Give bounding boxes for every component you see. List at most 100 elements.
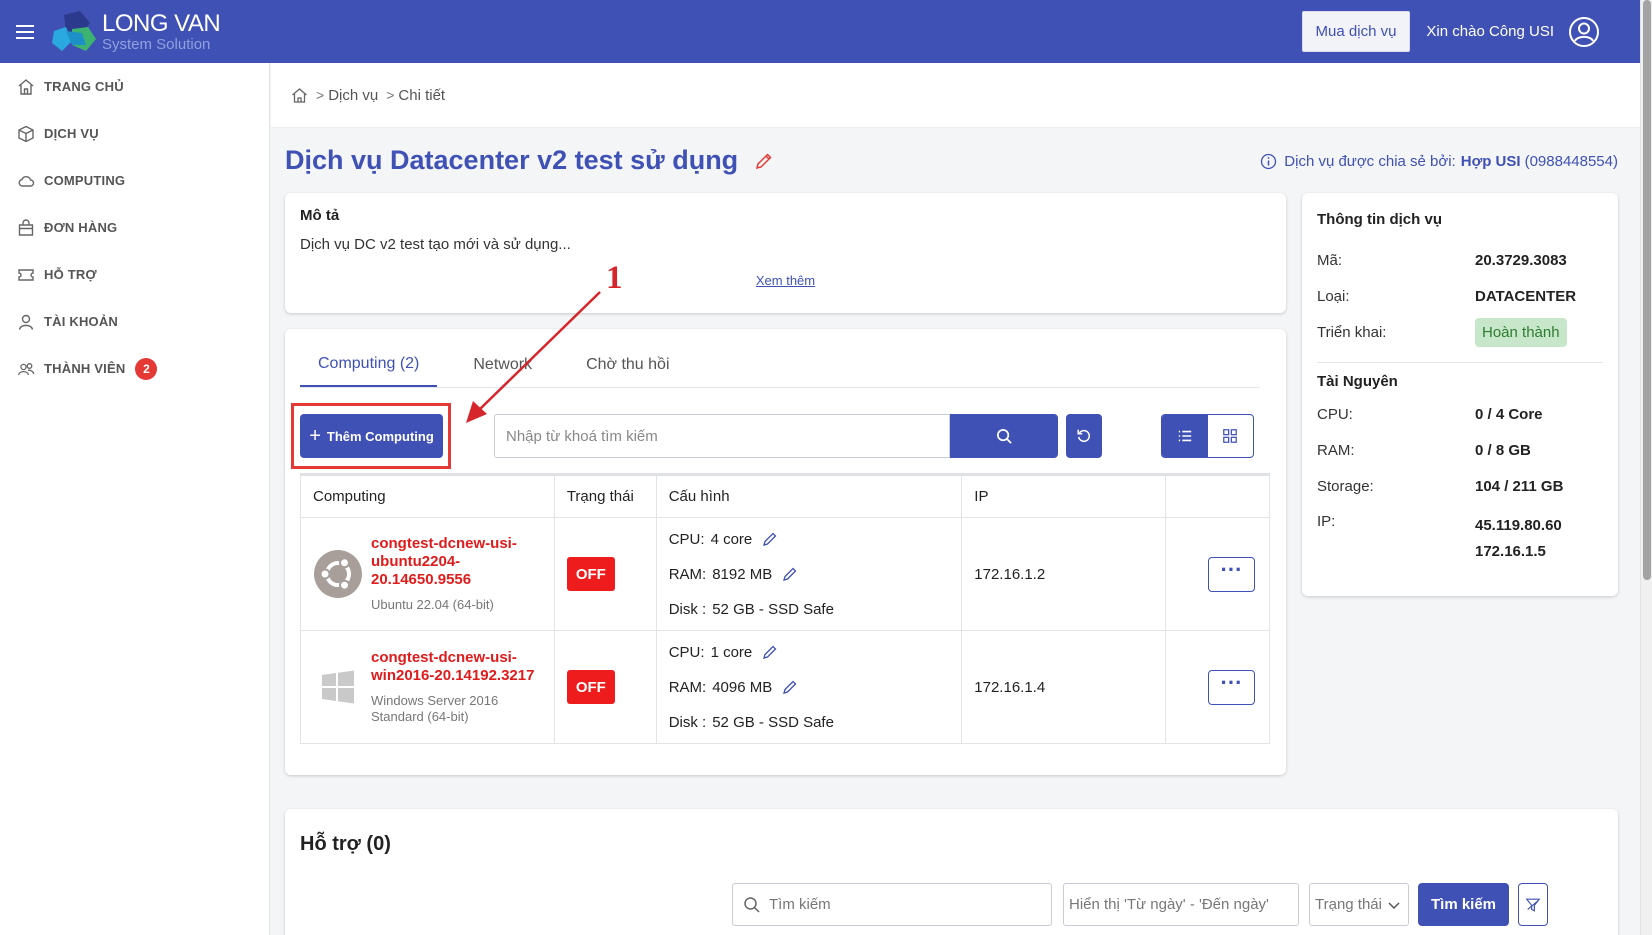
page-title-text: Dịch vụ Datacenter v2 test sử dụng — [285, 145, 739, 175]
add-computing-button[interactable]: + Thêm Computing — [300, 414, 443, 458]
disk-value: 52 GB - SSD Safe — [712, 713, 834, 731]
sidebar-item-label: ĐƠN HÀNG — [44, 220, 118, 235]
computing-search-input[interactable]: Nhập từ khoá tìm kiếm — [494, 414, 950, 458]
page-scrollbar[interactable] — [1640, 0, 1652, 935]
chevron-down-icon — [1388, 901, 1400, 909]
resource-ip-label: IP: — [1317, 513, 1336, 530]
sidebar-item-computing[interactable]: COMPUTING — [0, 157, 269, 204]
box-icon — [18, 125, 34, 142]
deploy-label: Triển khai: — [1317, 323, 1387, 341]
tab-pending-revoke[interactable]: Chờ thu hồi — [568, 343, 687, 387]
sidebar-item-services[interactable]: DỊCH VỤ — [0, 110, 269, 157]
computing-table: Computing Trạng thái Cấu hình IP congtes… — [300, 473, 1270, 744]
ram-label: RAM: — [668, 565, 707, 583]
tab-computing[interactable]: Computing (2) — [300, 343, 438, 387]
description-heading: Mô tả — [300, 207, 340, 224]
code-label: Mã: — [1317, 251, 1343, 269]
status-select[interactable]: Trạng thái — [1309, 883, 1409, 926]
sidebar-item-label: TÀI KHOẢN — [44, 314, 119, 329]
cpu-label: CPU: — [668, 530, 705, 548]
edit-cpu-pencil-icon[interactable] — [762, 644, 778, 660]
computing-name-link[interactable]: congtest-dcnew-usi-win2016-20.14192.3217 — [371, 649, 554, 685]
cpu-label: CPU: — [668, 643, 705, 661]
user-icon — [18, 314, 34, 330]
sidebar: TRANG CHỦ DỊCH VỤ COMPUTING ĐƠN HÀNG HỖ … — [0, 63, 270, 935]
ip-cell: 172.16.1.2 — [961, 517, 1166, 631]
support-search-input[interactable]: Tìm kiếm — [732, 883, 1052, 926]
computing-os-name: Ubuntu 22.04 (64-bit) — [371, 597, 494, 612]
sidebar-item-label: DỊCH VỤ — [44, 126, 99, 141]
edit-pencil-icon[interactable] — [754, 151, 774, 171]
logo-icon — [52, 10, 96, 51]
sidebar-item-home[interactable]: TRANG CHỦ — [0, 63, 269, 110]
logo[interactable]: LONG VAN System Solution — [50, 0, 250, 63]
disk-value: 52 GB - SSD Safe — [712, 600, 834, 618]
support-heading: Hỗ trợ (0) — [300, 833, 391, 855]
computing-os-name: Windows Server 2016 Standard (64-bit) — [371, 693, 499, 724]
see-more-link[interactable]: Xem thêm — [285, 273, 1286, 288]
column-header-ip: IP — [961, 474, 1166, 518]
resource-storage-label: Storage: — [1317, 477, 1374, 495]
sidebar-item-support[interactable]: HỖ TRỢ — [0, 251, 269, 298]
user-account-icon[interactable] — [1568, 16, 1600, 48]
ip-cell: 172.16.1.4 — [961, 630, 1166, 744]
row-actions-button[interactable]: ··· — [1208, 669, 1255, 705]
computing-search-button[interactable] — [950, 414, 1058, 458]
list-icon — [1178, 430, 1191, 442]
sidebar-item-orders[interactable]: ĐƠN HÀNG — [0, 204, 269, 251]
status-badge: OFF — [566, 670, 615, 704]
breadcrumb-item-services[interactable]: Dịch vụ — [328, 87, 378, 104]
ram-value: 4096 MB — [712, 678, 773, 696]
shared-by-phone: (0988448554) — [1524, 153, 1618, 170]
support-search-button[interactable]: Tìm kiếm — [1418, 883, 1509, 926]
computing-card: Computing (2) Network Chờ thu hồi + Thêm… — [285, 329, 1286, 775]
view-mode-toggle — [1161, 414, 1254, 458]
support-card: Hỗ trợ (0) Tìm kiếm Hiển thị 'Từ ngày' -… — [285, 809, 1618, 935]
plus-icon: + — [309, 425, 321, 447]
description-text: Dịch vụ DC v2 test tạo mới và sử dụng... — [300, 236, 571, 253]
top-bar: LONG VAN System Solution Mua dịch vụ Xin… — [0, 0, 1640, 63]
row-actions-button[interactable]: ··· — [1208, 556, 1255, 592]
divider — [1317, 362, 1603, 363]
edit-ram-pencil-icon[interactable] — [782, 566, 798, 582]
menu-icon — [16, 24, 34, 39]
date-range-input[interactable]: Hiển thị 'Từ ngày' - 'Đến ngày' — [1063, 883, 1299, 926]
bag-icon — [18, 218, 34, 236]
column-header-status: Trạng thái — [553, 474, 657, 518]
add-computing-label: Thêm Computing — [326, 428, 434, 444]
sidebar-item-label: THÀNH VIÊN — [44, 361, 126, 376]
refresh-icon — [1077, 429, 1090, 443]
edit-ram-pencil-icon[interactable] — [782, 679, 798, 695]
computing-name-link[interactable]: congtest-dcnew-usi-ubuntu2204-20.14650.9… — [371, 535, 554, 589]
scrollbar-thumb[interactable] — [1643, 0, 1651, 580]
sidebar-item-label: HỖ TRỢ — [44, 267, 97, 282]
greeting-text: Xin chào Công USI — [1426, 23, 1554, 40]
column-header-actions — [1165, 474, 1270, 518]
grid-icon — [1223, 429, 1238, 443]
refresh-button[interactable] — [1066, 414, 1102, 458]
home-icon[interactable] — [291, 87, 308, 104]
status-badge: OFF — [566, 557, 615, 591]
disk-label: Disk : — [668, 600, 707, 618]
ubuntu-logo-icon — [314, 550, 362, 598]
buy-service-button[interactable]: Mua dịch vụ — [1301, 11, 1411, 52]
tab-network[interactable]: Network — [455, 343, 550, 387]
breadcrumb: > Dịch vụ > Chi tiết — [271, 63, 1640, 128]
deploy-status-badge: Hoàn thành — [1475, 317, 1567, 347]
table-row: congtest-dcnew-usi-win2016-20.14192.3217… — [300, 630, 1270, 744]
edit-cpu-pencil-icon[interactable] — [762, 531, 778, 547]
sidebar-item-members[interactable]: THÀNH VIÊN 2 — [0, 345, 269, 392]
grid-view-button[interactable] — [1208, 415, 1254, 457]
service-code: 20.3729.3083 — [1475, 251, 1567, 269]
breadcrumb-item-detail: Chi tiết — [398, 86, 446, 104]
shared-by-prefix: Dịch vụ được chia sẻ bởi: — [1284, 153, 1456, 170]
clear-filter-button[interactable] — [1518, 883, 1548, 926]
sidebar-item-account[interactable]: TÀI KHOẢN — [0, 298, 269, 345]
service-info-heading: Thông tin dịch vụ — [1317, 211, 1442, 228]
hamburger-menu-button[interactable] — [0, 0, 50, 63]
breadcrumb-separator-icon: > — [386, 87, 395, 103]
ticket-icon — [18, 268, 34, 281]
users-icon — [17, 362, 35, 375]
list-view-button[interactable] — [1162, 415, 1208, 457]
home-icon — [18, 78, 34, 95]
